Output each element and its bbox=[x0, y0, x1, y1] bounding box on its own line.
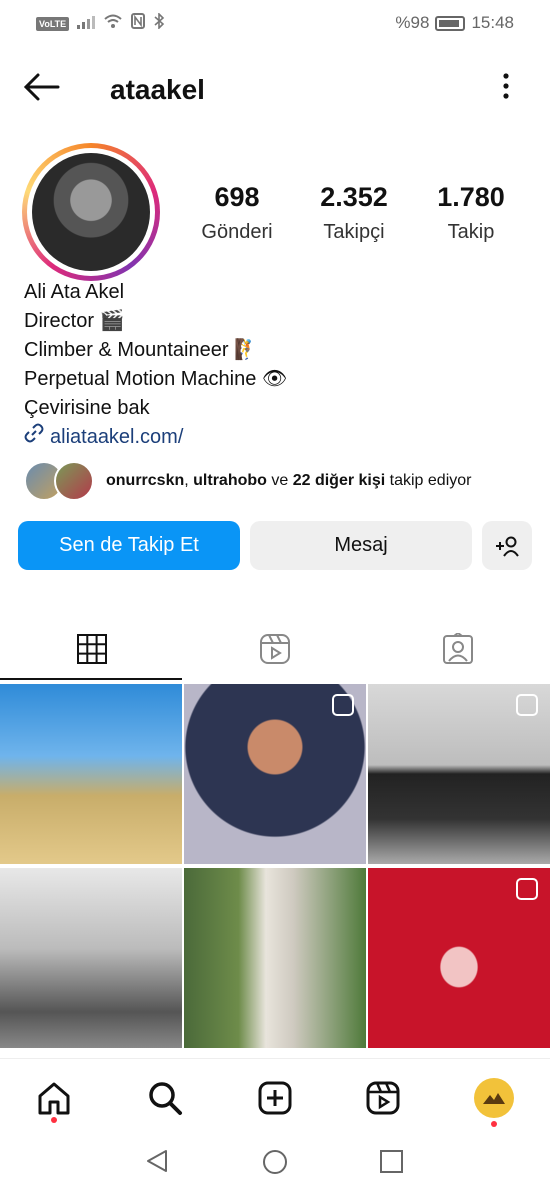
profile-notification-dot bbox=[491, 1121, 497, 1127]
create-icon bbox=[258, 1081, 292, 1115]
nfc-icon bbox=[131, 13, 146, 34]
nav-home[interactable] bbox=[29, 1073, 79, 1123]
home-notification-dot bbox=[51, 1117, 57, 1123]
system-navigation bbox=[0, 1136, 550, 1193]
nav-create[interactable] bbox=[250, 1073, 300, 1123]
clock: 15:48 bbox=[471, 13, 514, 32]
mutual-user: ultrahobo bbox=[193, 472, 267, 489]
followers-label: Takipçi bbox=[323, 221, 385, 243]
bio-line: Climber & Mountaineer 🧗 bbox=[24, 339, 259, 361]
system-back-icon[interactable] bbox=[144, 1148, 170, 1174]
tagged-icon bbox=[442, 633, 473, 664]
reels-icon bbox=[259, 634, 290, 664]
post-thumbnail[interactable] bbox=[0, 868, 182, 1048]
tab-reels[interactable] bbox=[183, 618, 366, 680]
followers-value: 2.352 bbox=[320, 182, 388, 212]
bottom-navigation bbox=[0, 1058, 550, 1136]
tab-posts-grid[interactable] bbox=[0, 618, 183, 680]
status-bar: VoLTE %98 15:48 bbox=[0, 0, 550, 46]
mutual-suffix: takip ediyor bbox=[385, 472, 472, 489]
following-value: 1.780 bbox=[437, 182, 505, 212]
profile-username: ataakel bbox=[110, 74, 205, 105]
mutual-followers-text[interactable]: onurrcskn, ultrahobo ve 22 diğer kişi ta… bbox=[106, 472, 526, 490]
tab-tagged[interactable] bbox=[366, 618, 549, 680]
active-tab-indicator bbox=[0, 678, 182, 680]
more-options-icon[interactable] bbox=[502, 72, 510, 105]
post-thumbnail[interactable] bbox=[368, 868, 550, 1048]
separator: , bbox=[184, 472, 194, 489]
nav-search[interactable] bbox=[140, 1073, 190, 1123]
search-icon bbox=[149, 1082, 182, 1115]
reel-badge-icon bbox=[516, 878, 538, 900]
system-home-icon[interactable] bbox=[261, 1148, 289, 1176]
post-thumbnail[interactable] bbox=[368, 684, 550, 864]
battery-percent: %98 bbox=[395, 13, 430, 32]
following-label: Takip bbox=[447, 221, 495, 243]
mutual-followers-avatars[interactable] bbox=[24, 461, 94, 501]
bio-website[interactable]: aliataakel.com/ bbox=[24, 423, 183, 452]
avatar bbox=[54, 461, 94, 501]
post-thumbnail[interactable] bbox=[0, 684, 182, 864]
mutual-user: onurrcskn bbox=[106, 472, 185, 489]
website-text: aliataakel.com/ bbox=[50, 426, 184, 448]
wifi-icon bbox=[103, 13, 123, 34]
bio-name: Ali Ata Akel bbox=[24, 281, 125, 303]
nav-profile[interactable] bbox=[469, 1073, 519, 1123]
profile-avatar-story-ring[interactable] bbox=[22, 143, 160, 281]
add-person-icon bbox=[496, 536, 519, 557]
link-icon bbox=[24, 423, 44, 452]
back-arrow-icon[interactable] bbox=[22, 72, 60, 108]
post-thumbnail[interactable] bbox=[184, 684, 366, 864]
followers-count[interactable]: 2.352 Takipçi bbox=[299, 182, 409, 244]
message-button[interactable]: Mesaj bbox=[250, 521, 472, 570]
nav-reels[interactable] bbox=[358, 1073, 408, 1123]
bluetooth-icon bbox=[153, 12, 165, 34]
reels-icon bbox=[366, 1081, 400, 1115]
follow-button[interactable]: Sen de Takip Et bbox=[18, 521, 240, 570]
battery-icon bbox=[435, 15, 466, 31]
grid-icon bbox=[76, 634, 107, 664]
carousel-icon bbox=[332, 694, 354, 716]
profile-avatar-icon bbox=[474, 1078, 514, 1118]
reel-badge-icon bbox=[516, 694, 538, 716]
system-recents-icon[interactable] bbox=[379, 1149, 405, 1175]
posts-value: 698 bbox=[214, 182, 260, 212]
translate-link[interactable]: Çevirisine bak bbox=[24, 394, 150, 423]
bio-line: Perpetual Motion Machine 👁 bbox=[24, 368, 288, 390]
posts-label: Gönderi bbox=[201, 221, 273, 243]
suggest-users-button[interactable] bbox=[482, 521, 532, 570]
profile-header: ataakel bbox=[0, 62, 550, 118]
profile-tabs bbox=[0, 618, 550, 680]
signal-icon bbox=[77, 14, 96, 34]
mutual-others: 22 diğer kişi bbox=[292, 472, 386, 489]
home-icon bbox=[38, 1082, 70, 1115]
volte-icon: VoLTE bbox=[36, 16, 70, 31]
following-count[interactable]: 1.780 Takip bbox=[416, 182, 526, 244]
posts-count[interactable]: 698 Gönderi bbox=[182, 182, 292, 244]
profile-avatar bbox=[32, 153, 150, 271]
post-thumbnail[interactable] bbox=[184, 868, 366, 1048]
conjunction: ve bbox=[266, 472, 293, 489]
bio-line: Director 🎬 bbox=[24, 310, 125, 332]
